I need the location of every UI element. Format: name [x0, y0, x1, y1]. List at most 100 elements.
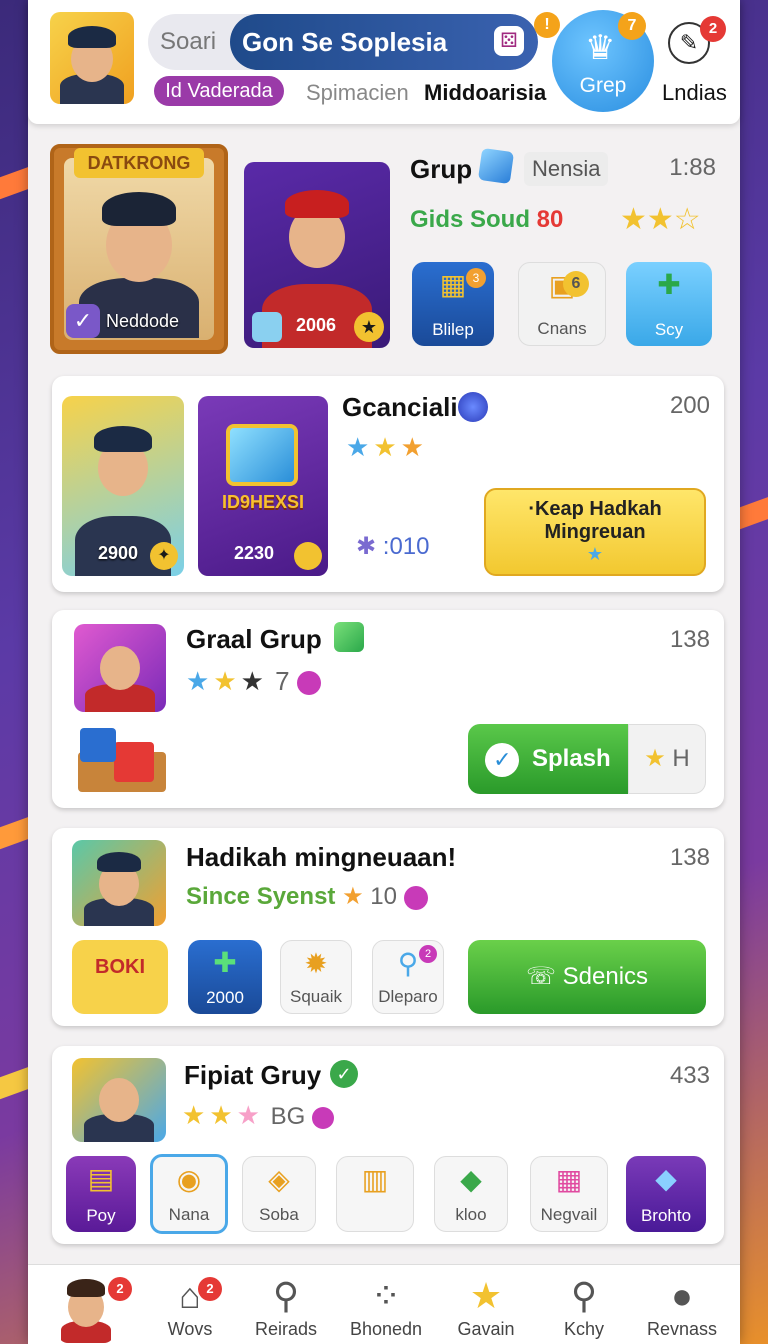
pink-gift-icon: ▦ — [555, 1164, 583, 1195]
tile-label: kloo — [455, 1205, 487, 1224]
nav-link-middoarisia[interactable]: Middoarisia — [424, 80, 546, 106]
tile-label: Blilep — [432, 320, 474, 339]
nav-item-star[interactable]: ★ Gavain — [442, 1273, 530, 1340]
gem-icon — [311, 1106, 334, 1129]
search-input[interactable]: Gon Se Soplesia ⚄ — [230, 14, 538, 70]
nav-label: Revnass — [646, 1319, 718, 1339]
hero-subtitle: Gids Soud 80 — [410, 206, 563, 234]
splash-button[interactable]: ✓ Splash — [468, 724, 628, 794]
card-title: Hadikah mingneuaan! — [186, 842, 457, 872]
group-card-graal[interactable]: Graal Grup 138 ★ ★ ★ 7 ✓ Splash ★ H — [52, 610, 724, 808]
hero-title: Grup — [410, 154, 473, 184]
player-thumb[interactable] — [72, 1058, 166, 1142]
nav-link-spimacien[interactable]: Spimacien — [306, 80, 409, 106]
hero-tag: Nensia — [524, 152, 609, 186]
tile-kloo[interactable]: ◆ kloo — [434, 1156, 508, 1232]
player-card-2-value: 2230 — [234, 543, 275, 563]
tile-label: Poy — [86, 1206, 116, 1225]
sdenics-label: Sdenics — [562, 963, 649, 990]
tile-label: Nana — [168, 1205, 210, 1224]
tile-label: Dleparo — [378, 987, 438, 1006]
sdenics-button[interactable]: ☏ Sdenics — [468, 940, 706, 1014]
search-icon: ⚲ — [570, 1275, 598, 1316]
star-icon: ★ — [644, 745, 666, 772]
tile-label: Negvail — [540, 1205, 598, 1224]
nav-label: Kchy — [563, 1319, 605, 1339]
tile-scy[interactable]: ✚ Scy — [626, 262, 712, 346]
frame-banner: DATKRONG — [74, 148, 204, 178]
tile-brohto[interactable]: ◆ Brohto — [626, 1156, 706, 1232]
green-cube-icon: ◆ — [460, 1164, 482, 1195]
tile-negvail[interactable]: ▦ Negvail — [530, 1156, 608, 1232]
app-window: Soari Gon Se Soplesia ⚄ ! Id Vaderada Sp… — [28, 0, 740, 1344]
nav-item-search-2[interactable]: ⚲ Kchy — [540, 1273, 628, 1340]
money-icon: ✚ — [213, 947, 237, 978]
star-coin-icon: ✦ — [150, 542, 178, 570]
tile-soba[interactable]: ◈ Soba — [242, 1156, 316, 1232]
hero-stars: ★★☆ — [620, 203, 701, 236]
tile-cnans[interactable]: ▣ Cnans 6 — [518, 262, 606, 346]
bg-stripe — [740, 492, 768, 530]
player-card-2[interactable]: ID9HEXSI 2230 — [198, 396, 328, 576]
card-title: Graal Grup — [186, 624, 322, 654]
dice-icon[interactable]: ⚄ — [494, 26, 524, 56]
coin-bag-icon: ▣ — [548, 270, 576, 301]
bottom-nav: 2 ⌂ Wovs 2 ⚲ Reirads ⁘ Bhonedn ★ Gavain … — [28, 1264, 740, 1344]
grep-label: Grep — [579, 74, 627, 97]
green-gem-icon — [334, 622, 364, 652]
star-text: BG — [270, 1103, 306, 1130]
tile-blilep[interactable]: ▦ Blilep 3 — [412, 262, 494, 346]
card-count: 138 — [669, 626, 710, 653]
document-icon: ▥ — [361, 1164, 389, 1195]
blue-cube-icon: ◆ — [655, 1163, 677, 1194]
group-card-fipiat[interactable]: Fipiat Gruy ✓ 433 ★ ★ ★ BG ▤ Poy ◉ Nana ◈ … — [52, 1046, 724, 1244]
search-prefix: Soari — [160, 28, 217, 55]
tile-poy[interactable]: ▤ Poy — [66, 1156, 136, 1232]
tile-label: Soba — [259, 1205, 299, 1224]
card-count: 433 — [669, 1062, 710, 1089]
card-subtitle: Since Syenst ★ 10 — [186, 882, 428, 911]
featured-frame[interactable]: DATKRONG ✓ Neddode — [50, 144, 228, 354]
tag-chip[interactable]: Id Vaderada — [154, 76, 284, 106]
tile-label: 2000 — [206, 988, 244, 1007]
hero-subtitle-num: 80 — [536, 206, 564, 233]
button-line-1: ·Keap Hadkah — [528, 498, 662, 520]
group-card-gcanciali[interactable]: 2900 ✦ ID9HEXSI 2230 Gcanciali 200 ★ ★ ★ ✱… — [52, 376, 724, 592]
tile-squaik[interactable]: ✹ Squaik — [280, 940, 352, 1014]
money-icon: ✚ — [657, 269, 681, 300]
nav-item-grid[interactable]: ⁘ Bhonedn — [342, 1273, 430, 1340]
hero-player-card[interactable]: 2006 ★ — [244, 162, 390, 348]
nav-badge: 2 — [198, 1277, 222, 1301]
card-stars: ★ ★ ★ 7 — [186, 666, 321, 697]
star-coin-icon: ★ — [354, 312, 384, 342]
hero-section: DATKRONG ✓ Neddode 2006 ★ Grup Nensia 1:… — [28, 132, 740, 368]
coin-badge: 6 — [563, 271, 589, 297]
group-card-hadikah[interactable]: Hadikah mingneuaan! 138 Since Syenst ★ 1… — [52, 828, 724, 1026]
player-thumb[interactable] — [74, 624, 166, 712]
nav-item-user[interactable]: ● Revnass — [638, 1273, 726, 1340]
card-stars: ★ ★ ★ BG — [182, 1100, 334, 1131]
player-thumb[interactable] — [72, 840, 166, 926]
nav-item-search[interactable]: ⚲ Reirads — [242, 1273, 330, 1340]
tile-badge: 2 — [419, 945, 437, 963]
search-bar[interactable]: Soari Gon Se Soplesia ⚄ — [148, 14, 538, 70]
tile-nana[interactable]: ◉ Nana — [150, 1154, 228, 1234]
player-card-1[interactable]: 2900 ✦ — [62, 396, 184, 576]
phone-icon: ☏ — [525, 963, 556, 990]
star-icon: ★ — [469, 1275, 503, 1316]
profile-avatar[interactable] — [50, 12, 134, 104]
keap-hadkah-button[interactable]: ·Keap Hadkah Mingreuan ★ — [484, 488, 706, 576]
coin-icon: ◉ — [176, 1164, 202, 1195]
search-icon: ⚲ — [272, 1275, 300, 1316]
tile-boki[interactable]: BOKI — [72, 940, 168, 1014]
splash-side-button[interactable]: ★ H — [628, 724, 706, 794]
nav-badge: 2 — [108, 1277, 132, 1301]
green-check-icon: ✓ — [330, 1060, 358, 1088]
tile-2000[interactable]: ✚ 2000 — [188, 940, 262, 1014]
tile-document[interactable]: ▥ — [336, 1156, 414, 1232]
button-line-2: Mingreuan — [544, 521, 646, 543]
tile-dleparo[interactable]: ⚲ Dleparo 2 — [372, 940, 444, 1014]
blue-cube-icon — [226, 424, 298, 486]
pen-label[interactable]: Lndias — [662, 80, 727, 106]
home-icon: ⌂ — [179, 1275, 201, 1316]
